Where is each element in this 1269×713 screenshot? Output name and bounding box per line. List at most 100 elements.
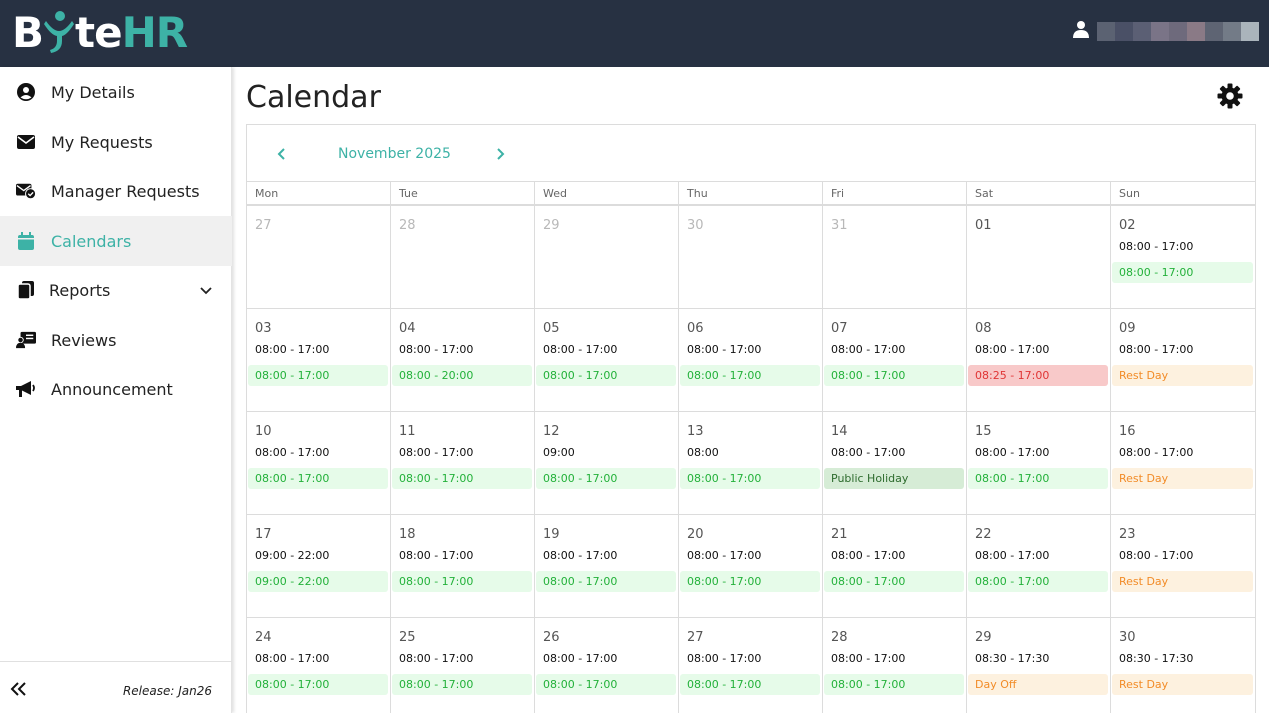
day-number: 23	[1119, 527, 1136, 542]
calendar-day-cell[interactable]: 25 08:00 - 17:00 08:00 - 17:00	[391, 618, 535, 713]
shift-time: 08:00 - 17:00	[831, 652, 906, 665]
sidebar-footer: Release: Jan26	[0, 661, 232, 713]
user-name-block	[1115, 21, 1133, 41]
sidebar-item-manager-requests[interactable]: Manager Requests	[0, 166, 232, 216]
attendance-event[interactable]: 08:00 - 17:00	[680, 365, 820, 386]
calendar-day-cell[interactable]: 15 08:00 - 17:00 08:00 - 17:00	[967, 412, 1111, 514]
attendance-event[interactable]: 08:00 - 17:00	[824, 674, 964, 695]
attendance-event[interactable]: 08:25 - 17:00	[968, 365, 1108, 386]
gear-icon[interactable]	[1217, 83, 1243, 109]
attendance-event[interactable]: Rest Day	[1112, 365, 1253, 386]
calendar-day-cell[interactable]: 27 08:00 - 17:00 08:00 - 17:00	[679, 618, 823, 713]
calendar-day-cell[interactable]: 30	[679, 206, 823, 308]
attendance-event[interactable]: Day Off	[968, 674, 1108, 695]
attendance-event[interactable]: Rest Day	[1112, 571, 1253, 592]
attendance-event[interactable]: 08:00 - 17:00	[968, 468, 1108, 489]
prev-month-button[interactable]	[275, 145, 289, 163]
attendance-event[interactable]: 08:00 - 17:00	[968, 571, 1108, 592]
attendance-event[interactable]: 08:00 - 17:00	[248, 674, 388, 695]
calendar-day-cell[interactable]: 07 08:00 - 17:00 08:00 - 17:00	[823, 309, 967, 411]
attendance-event[interactable]: 08:00 - 17:00	[680, 674, 820, 695]
sidebar-item-label: Reports	[49, 280, 111, 300]
sidebar-item-announcement[interactable]: Announcement	[0, 364, 232, 414]
attendance-event[interactable]: 08:00 - 17:00	[248, 468, 388, 489]
calendar-day-cell[interactable]: 29 08:30 - 17:30 Day Off	[967, 618, 1111, 713]
weekday-label: Sat	[967, 182, 1111, 204]
calendar-day-cell[interactable]: 23 08:00 - 17:00 Rest Day	[1111, 515, 1255, 617]
review-icon	[16, 330, 36, 350]
calendar-day-cell[interactable]: 10 08:00 - 17:00 08:00 - 17:00	[247, 412, 391, 514]
attendance-event[interactable]: 08:00 - 17:00	[824, 365, 964, 386]
sidebar-item-my-requests[interactable]: My Requests	[0, 117, 232, 167]
calendar-day-cell[interactable]: 19 08:00 - 17:00 08:00 - 17:00	[535, 515, 679, 617]
sidebar-item-my-details[interactable]: My Details	[0, 67, 232, 117]
calendar-day-cell[interactable]: 06 08:00 - 17:00 08:00 - 17:00	[679, 309, 823, 411]
calendar-day-cell[interactable]: 30 08:30 - 17:30 Rest Day	[1111, 618, 1255, 713]
calendar-day-cell[interactable]: 02 08:00 - 17:00 08:00 - 17:00	[1111, 206, 1255, 308]
sidebar-item-label: Announcement	[51, 379, 173, 399]
attendance-event[interactable]: 08:00 - 17:00	[824, 571, 964, 592]
chevron-down-icon[interactable]	[198, 282, 214, 298]
attendance-event[interactable]: Rest Day	[1112, 674, 1253, 695]
sidebar-item-calendars[interactable]: Calendars	[0, 216, 232, 266]
attendance-event[interactable]: 08:00 - 17:00	[248, 365, 388, 386]
calendar-day-cell[interactable]: 17 09:00 - 22:00 09:00 - 22:00	[247, 515, 391, 617]
attendance-event[interactable]: 08:00 - 17:00	[680, 468, 820, 489]
attendance-event[interactable]: 08:00 - 17:00	[536, 365, 676, 386]
envelope-check-icon	[16, 181, 36, 201]
calendar-day-cell[interactable]: 26 08:00 - 17:00 08:00 - 17:00	[535, 618, 679, 713]
sidebar-item-reports[interactable]: Reports	[0, 265, 232, 315]
calendar-day-cell[interactable]: 16 08:00 - 17:00 Rest Day	[1111, 412, 1255, 514]
calendar-day-cell[interactable]: 22 08:00 - 17:00 08:00 - 17:00	[967, 515, 1111, 617]
calendar-day-cell[interactable]: 28	[391, 206, 535, 308]
calendar-day-cell[interactable]: 31	[823, 206, 967, 308]
collapse-sidebar-icon[interactable]	[10, 680, 28, 698]
attendance-event[interactable]: Rest Day	[1112, 468, 1253, 489]
shift-time: 08:00 - 17:00	[831, 343, 906, 356]
day-number: 29	[975, 630, 992, 645]
weekday-label: Sun	[1119, 187, 1140, 200]
shift-time: 08:00 - 17:00	[1119, 549, 1194, 562]
day-number: 18	[399, 527, 416, 542]
day-number: 06	[687, 321, 704, 336]
attendance-event[interactable]: 08:00 - 20:00	[392, 365, 532, 386]
calendar-day-cell[interactable]: 12 09:00 08:00 - 17:00	[535, 412, 679, 514]
attendance-event[interactable]: 08:00 - 17:00	[392, 571, 532, 592]
sidebar-item-reviews[interactable]: Reviews	[0, 315, 232, 365]
calendar-day-cell[interactable]: 28 08:00 - 17:00 08:00 - 17:00	[823, 618, 967, 713]
calendar-day-cell[interactable]: 05 08:00 - 17:00 08:00 - 17:00	[535, 309, 679, 411]
attendance-event[interactable]: 08:00 - 17:00	[536, 468, 676, 489]
shift-time: 08:00 - 17:00	[255, 343, 330, 356]
attendance-event[interactable]: 08:00 - 17:00	[392, 674, 532, 695]
user-menu[interactable]	[1073, 20, 1259, 42]
user-name-block	[1241, 21, 1259, 41]
calendar-day-cell[interactable]: 20 08:00 - 17:00 08:00 - 17:00	[679, 515, 823, 617]
attendance-event[interactable]: Public Holiday	[824, 468, 964, 489]
attendance-event[interactable]: 08:00 - 17:00	[1112, 262, 1253, 283]
calendar-day-cell[interactable]: 14 08:00 - 17:00 Public Holiday	[823, 412, 967, 514]
calendar-day-cell[interactable]: 03 08:00 - 17:00 08:00 - 17:00	[247, 309, 391, 411]
attendance-event[interactable]: 08:00 - 17:00	[680, 571, 820, 592]
calendar-day-cell[interactable]: 11 08:00 - 17:00 08:00 - 17:00	[391, 412, 535, 514]
calendar-day-cell[interactable]: 18 08:00 - 17:00 08:00 - 17:00	[391, 515, 535, 617]
attendance-event[interactable]: 09:00 - 22:00	[248, 571, 388, 592]
attendance-event[interactable]: 08:00 - 17:00	[536, 571, 676, 592]
calendar-day-cell[interactable]: 01	[967, 206, 1111, 308]
calendar-day-cell[interactable]: 29	[535, 206, 679, 308]
user-name-block	[1169, 21, 1187, 41]
shift-time: 08:00 - 17:00	[831, 446, 906, 459]
sidebar-item-label: My Requests	[51, 132, 153, 152]
calendar-day-cell[interactable]: 27	[247, 206, 391, 308]
calendar-day-cell[interactable]: 04 08:00 - 17:00 08:00 - 20:00	[391, 309, 535, 411]
sidebar: My Details My Requests Manager Requests …	[0, 67, 232, 713]
calendar-day-cell[interactable]: 24 08:00 - 17:00 08:00 - 17:00	[247, 618, 391, 713]
attendance-event[interactable]: 08:00 - 17:00	[392, 468, 532, 489]
calendar-day-cell[interactable]: 13 08:00 08:00 - 17:00	[679, 412, 823, 514]
calendar-day-cell[interactable]: 08 08:00 - 17:00 08:25 - 17:00	[967, 309, 1111, 411]
app-logo[interactable]: B te HR	[12, 6, 188, 58]
calendar-day-cell[interactable]: 21 08:00 - 17:00 08:00 - 17:00	[823, 515, 967, 617]
calendar-day-cell[interactable]: 09 08:00 - 17:00 Rest Day	[1111, 309, 1255, 411]
logo-figure-icon	[43, 9, 75, 55]
attendance-event[interactable]: 08:00 - 17:00	[536, 674, 676, 695]
next-month-button[interactable]	[493, 145, 507, 163]
